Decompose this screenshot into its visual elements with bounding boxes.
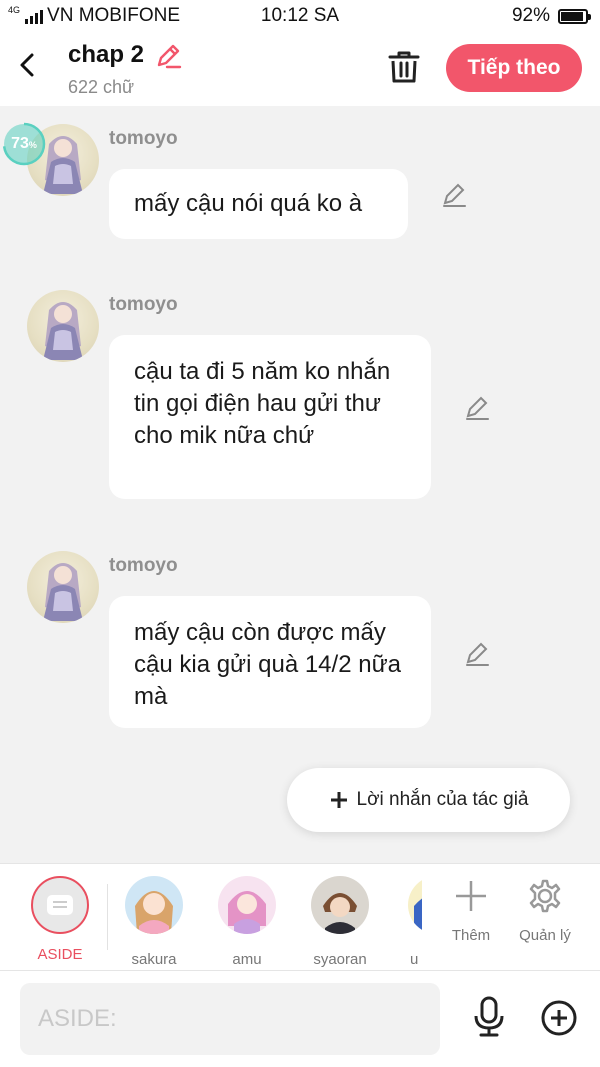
divider <box>107 884 108 950</box>
avatar[interactable] <box>27 290 99 362</box>
character-avatar <box>408 876 422 934</box>
character-partial[interactable]: u <box>396 874 422 968</box>
character-aside[interactable]: ASIDE <box>22 874 98 963</box>
next-button[interactable]: Tiếp theo <box>446 44 582 92</box>
message-bubble[interactable]: cậu ta đi 5 năm ko nhắn tin gọi điện hau… <box>109 335 431 499</box>
character-label: ASIDE <box>37 946 83 963</box>
manage-characters-button[interactable]: Quản lý <box>516 878 574 944</box>
avatar[interactable] <box>27 551 99 623</box>
avatar-image <box>43 563 83 621</box>
add-circle-icon[interactable] <box>540 999 578 1037</box>
edit-message-pencil-icon[interactable] <box>440 181 468 209</box>
chapter-title: chap 2 <box>68 41 145 68</box>
character-label: u <box>410 951 419 968</box>
character-sakura[interactable]: sakura <box>116 874 192 968</box>
sender-name: tomoyo <box>109 294 178 315</box>
plus-icon <box>456 881 486 911</box>
avatar-image <box>43 302 83 360</box>
character-label: syaoran <box>313 951 367 968</box>
character-syaoran[interactable]: syaoran <box>302 874 378 968</box>
trash-icon[interactable] <box>387 49 421 85</box>
message-bubble[interactable]: mấy cậu còn được mấy cậu kia gửi quà 14/… <box>109 596 431 728</box>
back-arrow-icon[interactable] <box>14 50 40 80</box>
edit-message-pencil-icon[interactable] <box>463 640 491 668</box>
character-label: amu <box>232 951 262 968</box>
manage-label: Quản lý <box>519 927 571 944</box>
add-character-button[interactable]: Thêm <box>446 878 496 944</box>
microphone-icon[interactable] <box>470 995 508 1037</box>
edit-title-pencil-icon[interactable] <box>154 42 182 70</box>
edit-message-pencil-icon[interactable] <box>463 394 491 422</box>
plus-icon <box>330 792 347 808</box>
battery-percent: 92% <box>511 5 550 26</box>
character-bar: ASIDE sakura amu syaoran u Thêm Quản lý <box>0 863 600 971</box>
character-avatar <box>311 876 369 934</box>
message-input[interactable] <box>20 983 440 1055</box>
input-bar <box>0 971 600 1067</box>
character-avatar <box>218 876 276 934</box>
status-bar: 4G VN MOBIFONE 10:12 SA 92% <box>0 0 600 32</box>
chapter-header: chap 2 622 chữ Tiếp theo <box>0 32 600 106</box>
aside-icon <box>31 876 89 934</box>
sender-name: tomoyo <box>109 128 178 149</box>
clock: 10:12 SA <box>260 5 340 26</box>
add-label: Thêm <box>451 927 491 944</box>
sender-name: tomoyo <box>109 555 178 576</box>
character-amu[interactable]: amu <box>209 874 285 968</box>
word-count: 622 chữ <box>68 77 135 97</box>
author-note-label: Lời nhắn của tác giả <box>356 789 529 810</box>
character-avatar <box>125 876 183 934</box>
battery-icon <box>558 8 591 24</box>
author-note-button[interactable]: Lời nhắn của tác giả <box>287 768 570 832</box>
character-label: sakura <box>131 951 177 968</box>
chat-area[interactable]: 73% tomoyo mấy cậu nói quá ko à tomoyo c… <box>0 106 600 863</box>
progress-value: 73% <box>11 135 37 152</box>
message-bubble[interactable]: mấy cậu nói quá ko à <box>109 169 408 239</box>
gear-icon <box>529 879 561 913</box>
